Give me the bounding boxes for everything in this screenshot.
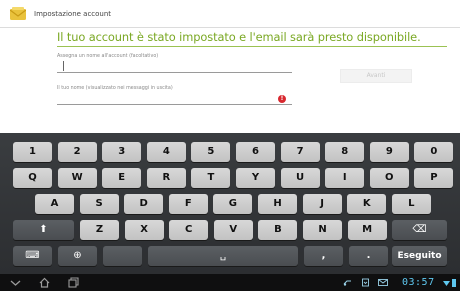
title-bar: Impostazione account <box>0 0 460 28</box>
key-g[interactable]: G <box>213 194 253 214</box>
back-icon[interactable] <box>9 276 22 289</box>
key-n[interactable]: N <box>303 220 342 240</box>
blank-key[interactable] <box>103 246 142 266</box>
key-e[interactable]: E <box>102 168 142 188</box>
key-9[interactable]: 9 <box>369 142 409 162</box>
error-icon: ! <box>278 95 286 103</box>
key-2[interactable]: 2 <box>57 142 97 162</box>
usb-icon <box>343 280 351 286</box>
key-s[interactable]: S <box>79 194 119 214</box>
key-i[interactable]: I <box>325 168 365 188</box>
key-q[interactable]: Q <box>13 168 52 188</box>
clock: 03:57 <box>402 277 435 288</box>
key-z[interactable]: Z <box>80 220 119 240</box>
on-screen-keyboard: 1 2 3 4 5 6 7 8 9 0 Q W E R T Y U I O P A S D F G H J K L ⬆ Z X C V B N M ⌫ ⌨ ⊕… <box>0 133 460 274</box>
key-c[interactable]: C <box>169 220 209 240</box>
email-app-icon <box>10 7 26 20</box>
key-w[interactable]: W <box>57 168 97 188</box>
key-y[interactable]: Y <box>236 168 275 188</box>
window-title: Impostazione account <box>34 10 112 18</box>
key-t[interactable]: T <box>191 168 231 188</box>
done-key[interactable]: Eseguito <box>392 246 447 266</box>
heading-divider <box>57 46 447 47</box>
battery-icon <box>452 279 456 287</box>
key-8[interactable]: 8 <box>325 142 365 162</box>
keyboard-settings-key[interactable]: ⌨ <box>13 246 52 266</box>
account-setup-screen: Impostazione account Il tuo account è st… <box>0 0 460 133</box>
account-name-input[interactable] <box>57 59 292 73</box>
key-3[interactable]: 3 <box>102 142 142 162</box>
key-4[interactable]: 4 <box>146 142 186 162</box>
key-1[interactable]: 1 <box>13 142 52 162</box>
system-bar: 03:57 <box>0 274 460 291</box>
key-m[interactable]: M <box>347 220 387 240</box>
space-key[interactable]: ␣ <box>148 246 298 266</box>
key-p[interactable]: P <box>414 168 454 188</box>
recent-apps-icon[interactable] <box>67 276 80 289</box>
setup-heading: Il tuo account è stato impostato e l'ema… <box>57 30 421 44</box>
period-key[interactable]: . <box>349 246 388 266</box>
key-7[interactable]: 7 <box>280 142 320 162</box>
key-o[interactable]: O <box>369 168 409 188</box>
shift-key[interactable]: ⬆ <box>13 220 74 240</box>
key-a[interactable]: A <box>35 194 74 214</box>
key-x[interactable]: X <box>124 220 164 240</box>
key-k[interactable]: K <box>347 194 387 214</box>
key-f[interactable]: F <box>168 194 208 214</box>
backspace-key[interactable]: ⌫ <box>392 220 447 240</box>
key-l[interactable]: L <box>391 194 431 214</box>
download-icon <box>362 278 369 287</box>
wifi-icon <box>443 281 450 286</box>
key-0[interactable]: 0 <box>414 142 454 162</box>
your-name-input[interactable] <box>57 91 292 105</box>
key-6[interactable]: 6 <box>236 142 275 162</box>
notification-email-icon <box>378 279 388 286</box>
key-r[interactable]: R <box>146 168 186 188</box>
next-button[interactable]: Avanti <box>340 69 412 83</box>
key-5[interactable]: 5 <box>191 142 231 162</box>
key-u[interactable]: U <box>280 168 320 188</box>
key-v[interactable]: V <box>213 220 253 240</box>
comma-key[interactable]: , <box>304 246 343 266</box>
globe-key[interactable]: ⊕ <box>58 246 97 266</box>
title-divider <box>0 27 460 28</box>
key-d[interactable]: D <box>124 194 164 214</box>
text-cursor <box>63 61 64 71</box>
key-b[interactable]: B <box>258 220 298 240</box>
key-j[interactable]: J <box>302 194 342 214</box>
key-h[interactable]: H <box>258 194 297 214</box>
home-icon[interactable] <box>38 276 51 289</box>
